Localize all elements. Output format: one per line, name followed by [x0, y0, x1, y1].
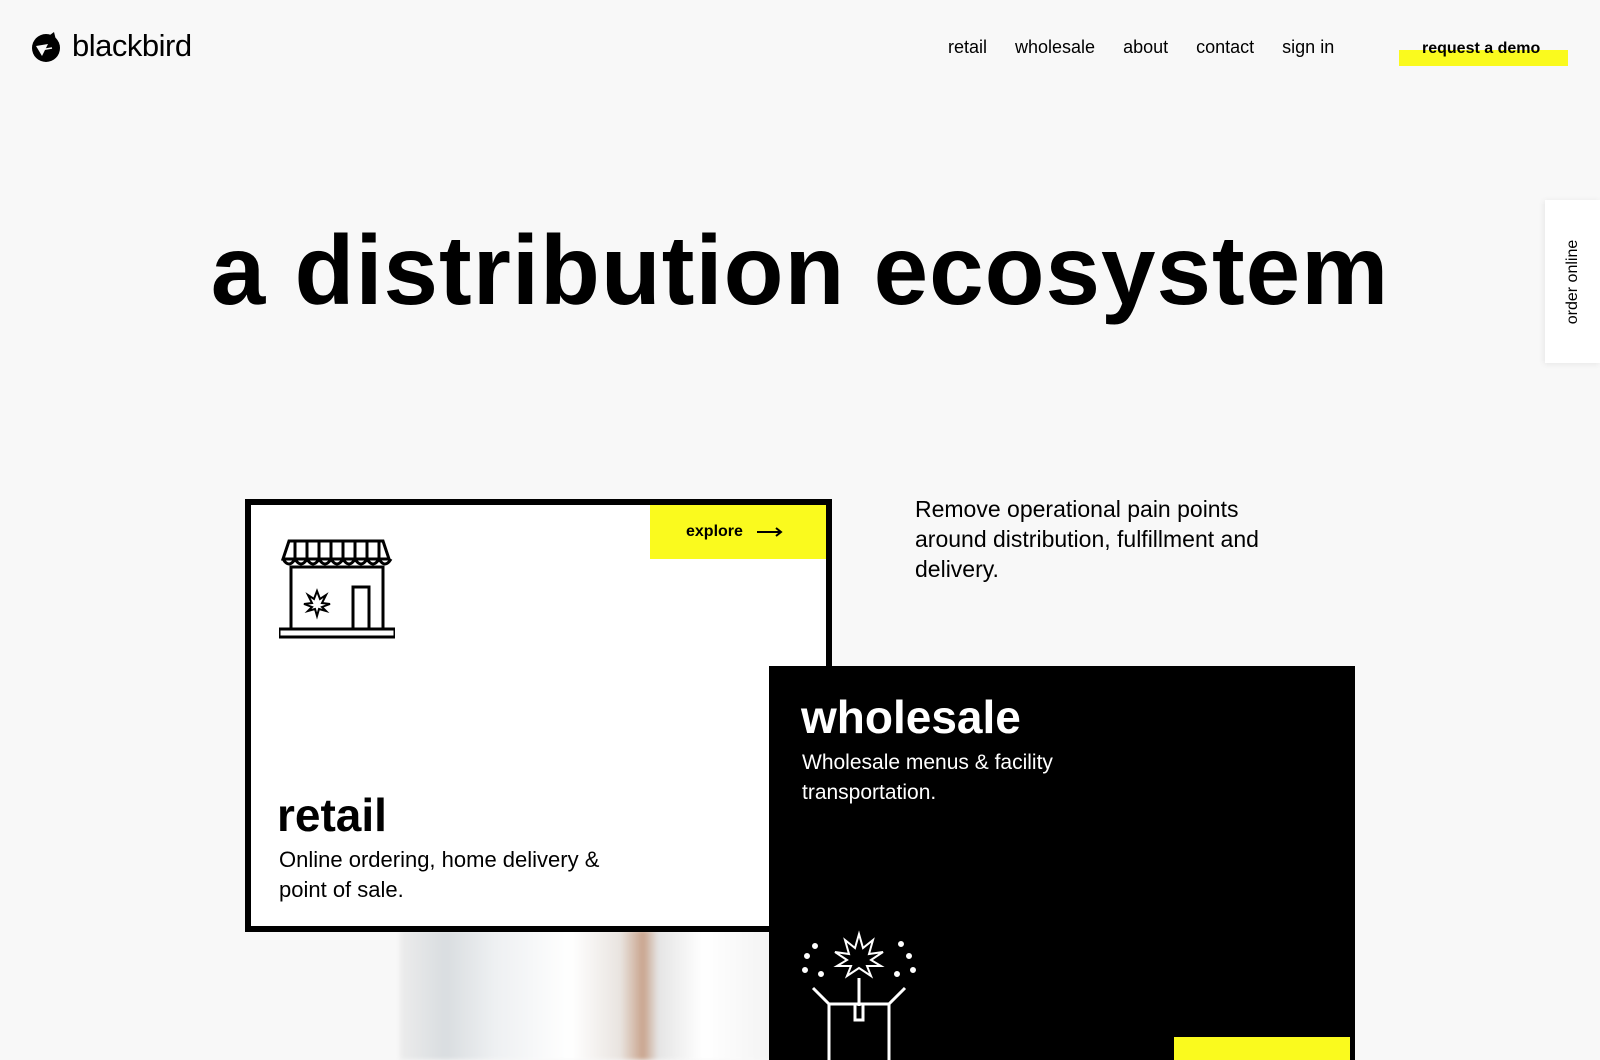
request-demo-button[interactable]: request a demo	[1399, 38, 1568, 68]
storefront-icon	[279, 539, 395, 639]
wholesale-title: wholesale	[801, 691, 1021, 743]
brand-logo[interactable]: blackbird	[28, 28, 192, 64]
nav-sign-in[interactable]: sign in	[1282, 37, 1334, 58]
hero-title: a distribution ecosystem	[210, 215, 1390, 325]
open-box-icon	[802, 930, 916, 1060]
wholesale-description: Wholesale menus & facility transportatio…	[802, 751, 1053, 804]
main-nav: retail wholesale about contact sign in	[948, 37, 1334, 58]
wholesale-card[interactable]: wholesale Wholesale menus & facility tra…	[769, 666, 1355, 1060]
nav-about[interactable]: about	[1123, 37, 1168, 58]
retail-description: Online ordering, home delivery & point o…	[279, 847, 600, 902]
brand-name: blackbird	[72, 28, 192, 63]
retail-title: retail	[277, 789, 387, 841]
retail-explore-button[interactable]: explore	[650, 505, 826, 559]
retail-card[interactable]: explore retail Online ordering, home del…	[245, 499, 832, 932]
arrow-right-icon	[756, 527, 783, 537]
wholesale-explore-button[interactable]	[1174, 1037, 1350, 1060]
nav-contact[interactable]: contact	[1196, 37, 1254, 58]
intro-text: Remove operational pain points around di…	[915, 496, 1259, 582]
background-photo	[400, 930, 780, 1060]
bird-logo-icon	[32, 32, 60, 62]
explore-label: explore	[686, 523, 743, 540]
request-demo-label: request a demo	[1422, 40, 1541, 57]
page: blackbird retail wholesale about contact…	[0, 0, 1600, 1060]
nav-retail[interactable]: retail	[948, 37, 987, 58]
nav-wholesale[interactable]: wholesale	[1015, 37, 1095, 58]
